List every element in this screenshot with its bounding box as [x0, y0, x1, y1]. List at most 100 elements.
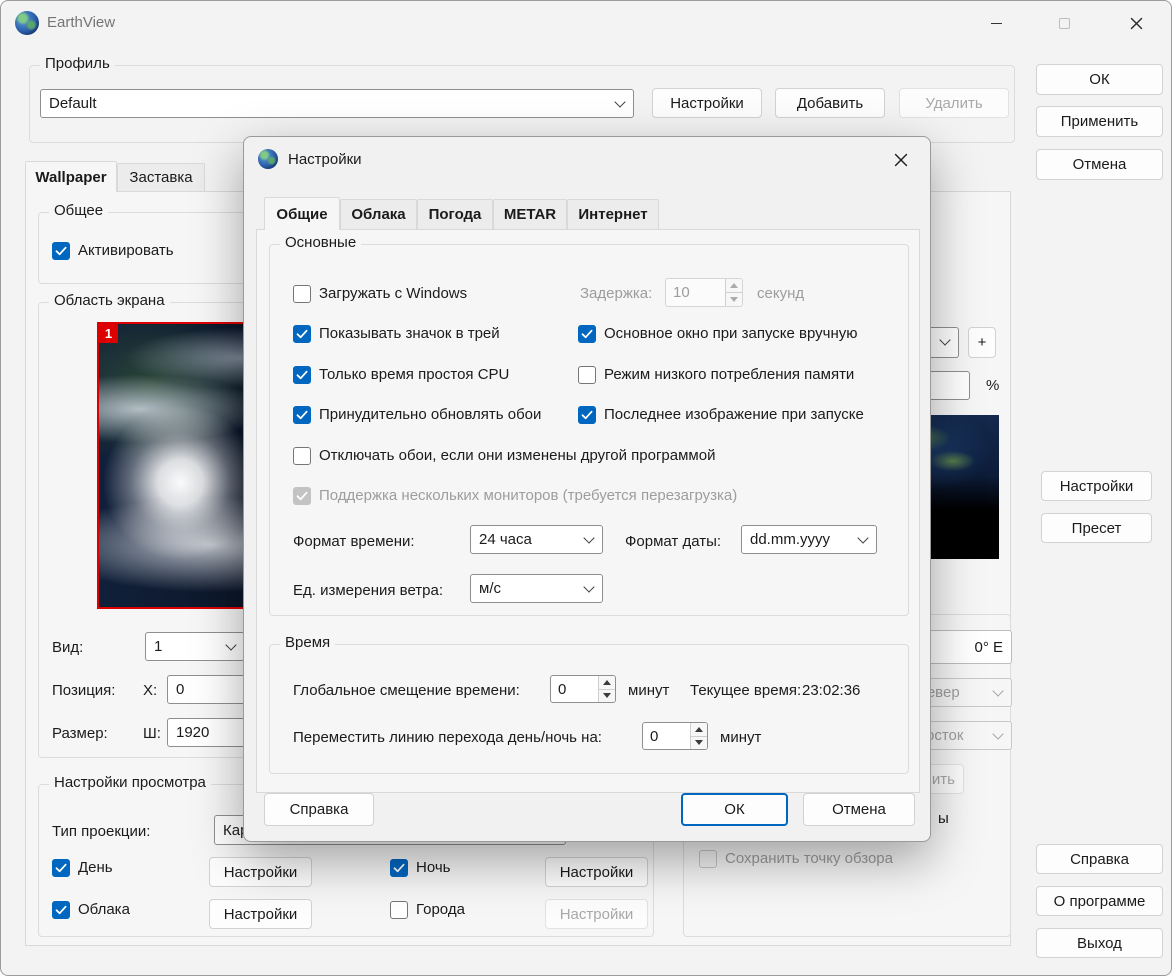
date-format-select[interactable]: dd.mm.yyyy: [741, 525, 877, 554]
spin-up-icon[interactable]: [726, 279, 742, 292]
minutes-label: минут: [720, 729, 762, 746]
cities-label: Города: [416, 901, 465, 918]
spin-up-icon[interactable]: [691, 723, 707, 736]
percent-label: %: [986, 377, 1000, 394]
cities-checkbox[interactable]: Города: [390, 900, 465, 919]
main-window-manual-checkbox[interactable]: Основное окно при запуске вручную: [578, 324, 858, 343]
dialog-ok-button[interactable]: ОК: [681, 793, 788, 826]
ok-button[interactable]: ОК: [1036, 64, 1163, 95]
force-wallpaper-checkbox[interactable]: Принудительно обновлять обои: [293, 405, 541, 424]
spin-up-icon[interactable]: [599, 676, 615, 689]
size-label: Размер:: [52, 725, 108, 742]
day-checkbox[interactable]: День: [52, 858, 113, 877]
spin-down-icon[interactable]: [691, 735, 707, 749]
checkbox-unchecked-icon: [578, 365, 596, 384]
right-settings-button[interactable]: Настройки: [1041, 471, 1152, 501]
maximize-button[interactable]: [1041, 7, 1087, 40]
daynight-line-spinner[interactable]: 0: [642, 722, 708, 750]
checkbox-checked-disabled-icon: [293, 486, 311, 505]
save-viewpoint-checkbox[interactable]: Сохранить точку обзора: [699, 849, 893, 868]
cpu-idle-label: Только время простоя CPU: [319, 366, 510, 383]
checkbox-unchecked-icon: [293, 446, 311, 465]
checkbox-checked-icon: [293, 365, 311, 384]
dialog-globe-icon: [258, 149, 278, 169]
dialog-tab-clouds[interactable]: Облака: [340, 199, 417, 229]
spin-down-icon[interactable]: [599, 688, 615, 702]
profile-settings-button[interactable]: Настройки: [652, 88, 762, 118]
profile-add-button[interactable]: Добавить: [775, 88, 885, 118]
multimonitor-label: Поддержка нескольких мониторов (требуетс…: [319, 487, 738, 504]
checkbox-checked-icon: [293, 405, 311, 424]
screen-area-group-label: Область экрана: [49, 292, 170, 309]
minutes-label: минут: [628, 682, 670, 699]
day-settings-button[interactable]: Настройки: [209, 857, 312, 887]
activate-checkbox[interactable]: Активировать: [52, 241, 174, 260]
low-memory-checkbox[interactable]: Режим низкого потребления памяти: [578, 365, 854, 384]
load-with-windows-label: Загружать с Windows: [319, 285, 468, 302]
apply-button[interactable]: Применить: [1036, 106, 1163, 137]
dialog-tab-internet[interactable]: Интернет: [567, 199, 659, 229]
chevron-down-icon: [583, 532, 595, 544]
wind-unit-label: Ед. измерения ветра:: [293, 582, 444, 599]
exit-button[interactable]: Выход: [1036, 928, 1163, 958]
about-button[interactable]: О программе: [1036, 886, 1163, 916]
dialog-cancel-button[interactable]: Отмена: [803, 793, 915, 826]
dialog-close-button[interactable]: [884, 145, 918, 175]
last-image-checkbox[interactable]: Последнее изображение при запуске: [578, 405, 864, 424]
time-group: Время: [269, 634, 909, 774]
time-group-label: Время: [280, 634, 336, 651]
tab-wallpaper[interactable]: Wallpaper: [25, 161, 117, 192]
chevron-down-icon: [225, 639, 237, 651]
dialog-title: Настройки: [288, 151, 362, 168]
time-format-select[interactable]: 24 часа: [470, 525, 603, 554]
profile-delete-button[interactable]: Удалить: [899, 88, 1009, 118]
close-button[interactable]: [1113, 7, 1159, 40]
view-select[interactable]: 1: [145, 632, 245, 661]
date-format-value: dd.mm.yyyy: [750, 531, 831, 548]
night-checkbox[interactable]: Ночь: [390, 858, 450, 877]
global-offset-value: 0: [558, 680, 567, 698]
chevron-down-icon: [857, 532, 869, 544]
clouds-checkbox[interactable]: Облака: [52, 900, 130, 919]
wind-unit-select[interactable]: м/с: [470, 574, 603, 603]
checkbox-checked-icon: [52, 241, 70, 260]
main-window-manual-label: Основное окно при запуске вручную: [604, 325, 858, 342]
dialog-tab-general[interactable]: Общие: [264, 197, 340, 230]
general-group-label: Общее: [49, 202, 109, 219]
checkbox-unchecked-icon: [699, 849, 717, 868]
dialog-tab-weather[interactable]: Погода: [417, 199, 493, 229]
night-settings-button[interactable]: Настройки: [545, 857, 648, 887]
earthview-main-window: EarthView Профиль Default Настройки Доба…: [0, 0, 1172, 976]
checkbox-checked-icon: [52, 858, 70, 877]
preset-button[interactable]: Пресет: [1041, 513, 1152, 543]
tab-screensaver[interactable]: Заставка: [117, 163, 205, 191]
spin-down-icon[interactable]: [726, 292, 742, 306]
profile-select-value: Default: [49, 95, 97, 112]
cities-settings-button[interactable]: Настройки: [545, 899, 648, 929]
monitor-number-badge: 1: [99, 324, 118, 343]
cpu-idle-checkbox[interactable]: Только время простоя CPU: [293, 365, 509, 384]
dialog-titlebar: Настройки: [244, 137, 930, 181]
dialog-help-button[interactable]: Справка: [264, 793, 374, 826]
date-format-label: Формат даты:: [625, 533, 722, 550]
help-button[interactable]: Справка: [1036, 844, 1163, 874]
minimize-button[interactable]: [973, 7, 1019, 40]
checkbox-checked-icon: [390, 858, 408, 877]
view-label: Вид:: [52, 639, 84, 656]
clouds-settings-button[interactable]: Настройки: [209, 899, 312, 929]
tray-icon-checkbox[interactable]: Показывать значок в трей: [293, 324, 500, 343]
load-with-windows-checkbox[interactable]: Загружать с Windows: [293, 284, 467, 303]
profile-select[interactable]: Default: [40, 89, 634, 118]
profile-group: Профиль Default Настройки Добавить Удали…: [29, 55, 1015, 143]
save-viewpoint-label: Сохранить точку обзора: [725, 850, 893, 867]
zoom-plus-button[interactable]: +: [968, 327, 996, 358]
multimonitor-checkbox[interactable]: Поддержка нескольких мониторов (требуетс…: [293, 486, 737, 505]
chevron-down-icon: [614, 96, 626, 108]
dialog-tab-metar[interactable]: METAR: [493, 199, 567, 229]
current-time-value: 23:02:36: [802, 682, 861, 699]
global-offset-spinner[interactable]: 0: [550, 675, 616, 703]
delay-spinner[interactable]: 10: [665, 278, 743, 307]
cancel-button[interactable]: Отмена: [1036, 149, 1163, 180]
close-icon: [894, 153, 908, 167]
disable-changed-checkbox[interactable]: Отключать обои, если они изменены другой…: [293, 446, 715, 465]
